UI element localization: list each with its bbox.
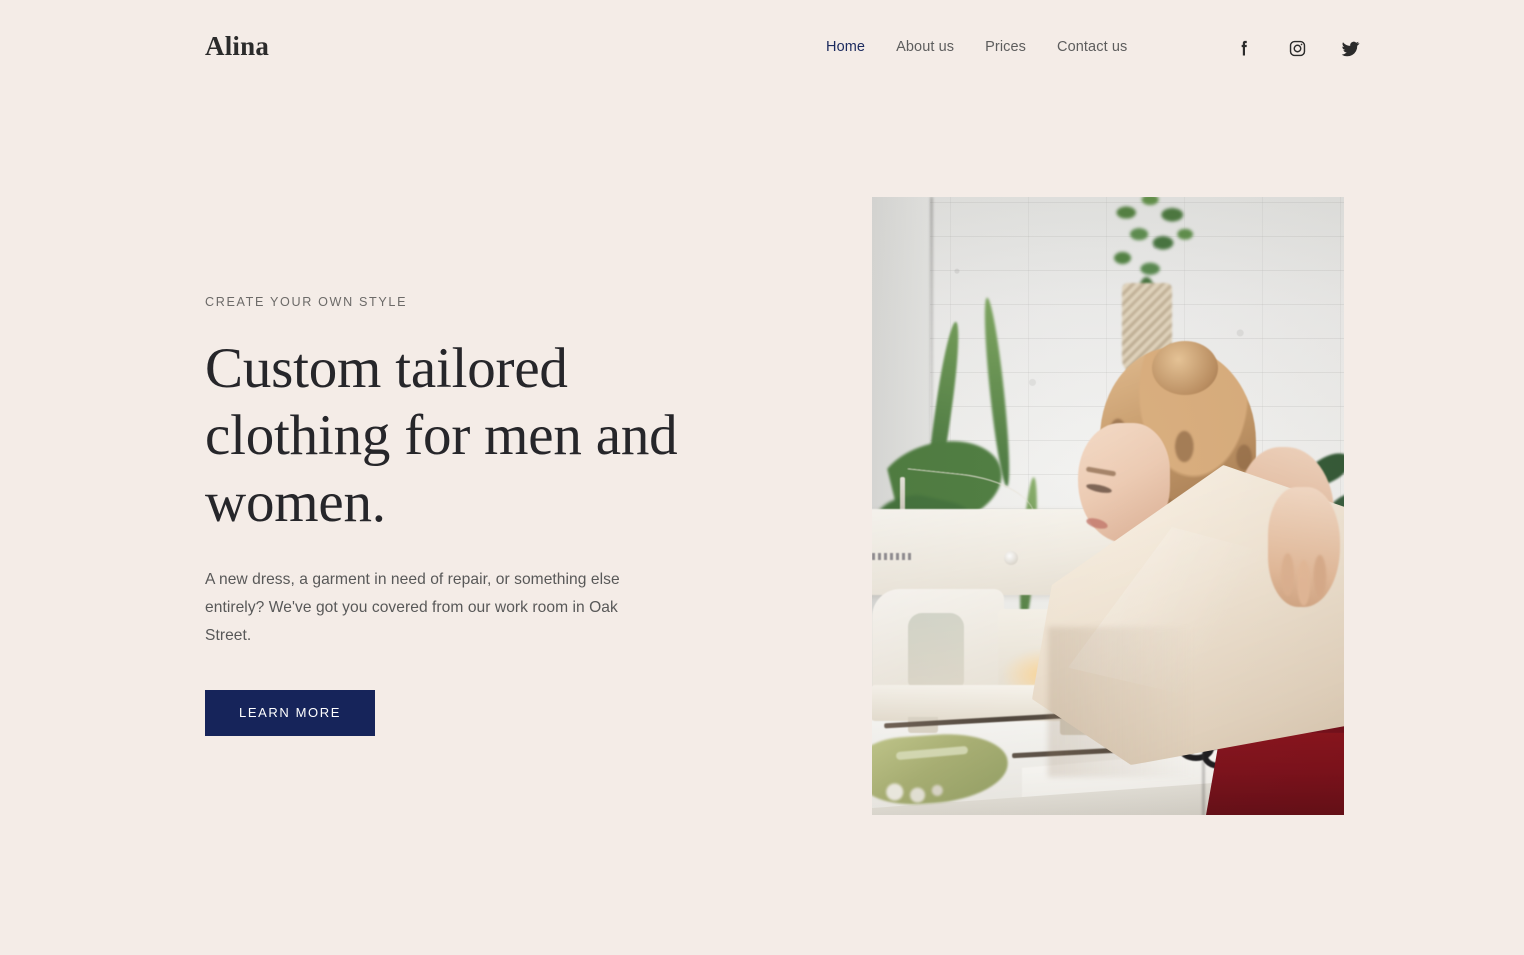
twitter-icon[interactable] <box>1338 36 1362 60</box>
facebook-icon[interactable] <box>1232 36 1256 60</box>
workroom-photo <box>872 197 1344 815</box>
seamstress <box>872 197 1344 815</box>
hero-paragraph: A new dress, a garment in need of repair… <box>205 570 620 644</box>
learn-more-button[interactable]: LEARN MORE <box>205 689 375 736</box>
hero-eyebrow: CREATE YOUR OWN STYLE <box>205 295 408 309</box>
brand-logo[interactable]: Alina <box>205 33 269 60</box>
fingers <box>1274 541 1336 625</box>
hair-bun <box>1152 341 1218 395</box>
instagram-icon[interactable] <box>1285 36 1309 60</box>
social-links <box>1232 36 1362 60</box>
fabric-fold <box>1048 627 1258 777</box>
hero-image <box>872 197 1344 815</box>
hero-copy: CREATE YOUR OWN STYLE Custom tailored cl… <box>205 296 765 736</box>
nav-item-home[interactable]: Home <box>826 38 896 57</box>
hero-headline: Custom tailored clothing for men and wom… <box>205 336 678 534</box>
hero-section: CREATE YOUR OWN STYLE Custom tailored cl… <box>0 96 1524 955</box>
nav-item-prices[interactable]: Prices <box>985 38 1057 57</box>
main-navigation: Home About us Prices Contact us <box>826 38 1127 57</box>
site-header: Alina Home About us Prices Contact us <box>0 0 1524 96</box>
nav-item-contact-us[interactable]: Contact us <box>1057 38 1127 57</box>
landing-page: Alina Home About us Prices Contact us CR… <box>0 0 1524 955</box>
nav-item-about-us[interactable]: About us <box>896 38 985 57</box>
